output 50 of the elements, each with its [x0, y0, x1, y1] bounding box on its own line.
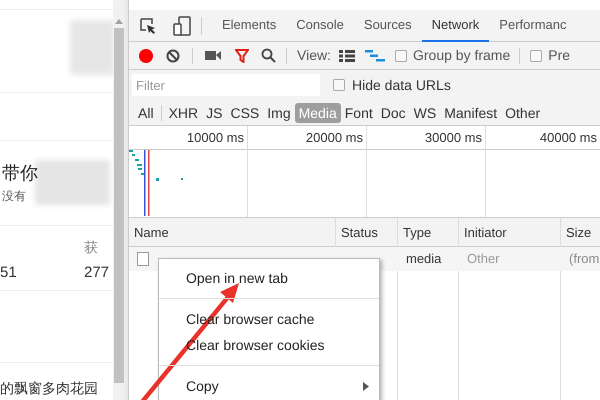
file-icon [137, 252, 149, 266]
time-tick: 40000 ms [540, 129, 597, 148]
menu-item[interactable]: Copy [186, 376, 219, 396]
type-filter[interactable]: Manifest [440, 102, 502, 122]
panel-tab[interactable]: Performanc [489, 10, 576, 42]
menu-item[interactable]: Open in new tab [186, 268, 288, 288]
table-cell-text: (from [569, 250, 600, 268]
scrollbar-thumb[interactable] [114, 28, 124, 383]
stat-label: 获 [84, 238, 98, 257]
table-cell-text: media [406, 250, 442, 268]
table-cell-text: Other [467, 250, 501, 268]
clear-icon[interactable] [166, 48, 180, 62]
checkbox[interactable] [530, 50, 542, 62]
filter-field[interactable]: Filter [132, 74, 320, 96]
stat-value: 51 [0, 263, 17, 283]
type-filter[interactable]: XHR [164, 102, 202, 122]
panel-tab[interactable]: Console [286, 10, 354, 42]
time-tick: 30000 ms [424, 129, 482, 148]
option-label: Pre [548, 46, 570, 65]
type-filter[interactable]: Doc [376, 102, 410, 122]
checkbox[interactable] [333, 79, 345, 91]
search-icon[interactable] [261, 48, 276, 63]
record-button[interactable] [139, 48, 153, 62]
type-filter[interactable]: Img [263, 102, 295, 122]
type-filter[interactable]: Font [340, 102, 377, 122]
post-subtitle: 没有 [2, 188, 26, 205]
waterfall-view-icon[interactable] [364, 50, 385, 62]
device-icon[interactable] [173, 16, 191, 36]
submenu-arrow-icon [363, 382, 369, 390]
checkbox[interactable] [394, 50, 407, 62]
view-label: View: [297, 46, 331, 65]
post-caption: 的飘窗多肉花园 [0, 379, 98, 398]
option-label: Group by frame [412, 46, 510, 65]
time-tick: 20000 ms [306, 129, 363, 148]
list-view-icon[interactable] [338, 50, 355, 62]
panel-tab[interactable]: Sources [354, 10, 422, 42]
type-filter[interactable]: Other [501, 102, 544, 122]
filter-icon[interactable] [235, 48, 249, 62]
post-title: 带你 [2, 162, 38, 185]
option-label: Hide data URLs [352, 76, 451, 94]
type-filter[interactable]: JS [202, 102, 226, 122]
stat-value: 277 [84, 263, 110, 283]
inspect-icon[interactable] [139, 16, 157, 34]
type-filter[interactable]: All [134, 102, 158, 122]
scroll-up-icon[interactable] [115, 18, 123, 24]
time-tick: 10000 ms [186, 129, 244, 148]
type-filter[interactable]: CSS [226, 102, 264, 122]
panel-tab[interactable]: Elements [212, 10, 286, 42]
type-filter[interactable]: WS [410, 102, 440, 122]
camera-icon[interactable] [205, 50, 221, 61]
